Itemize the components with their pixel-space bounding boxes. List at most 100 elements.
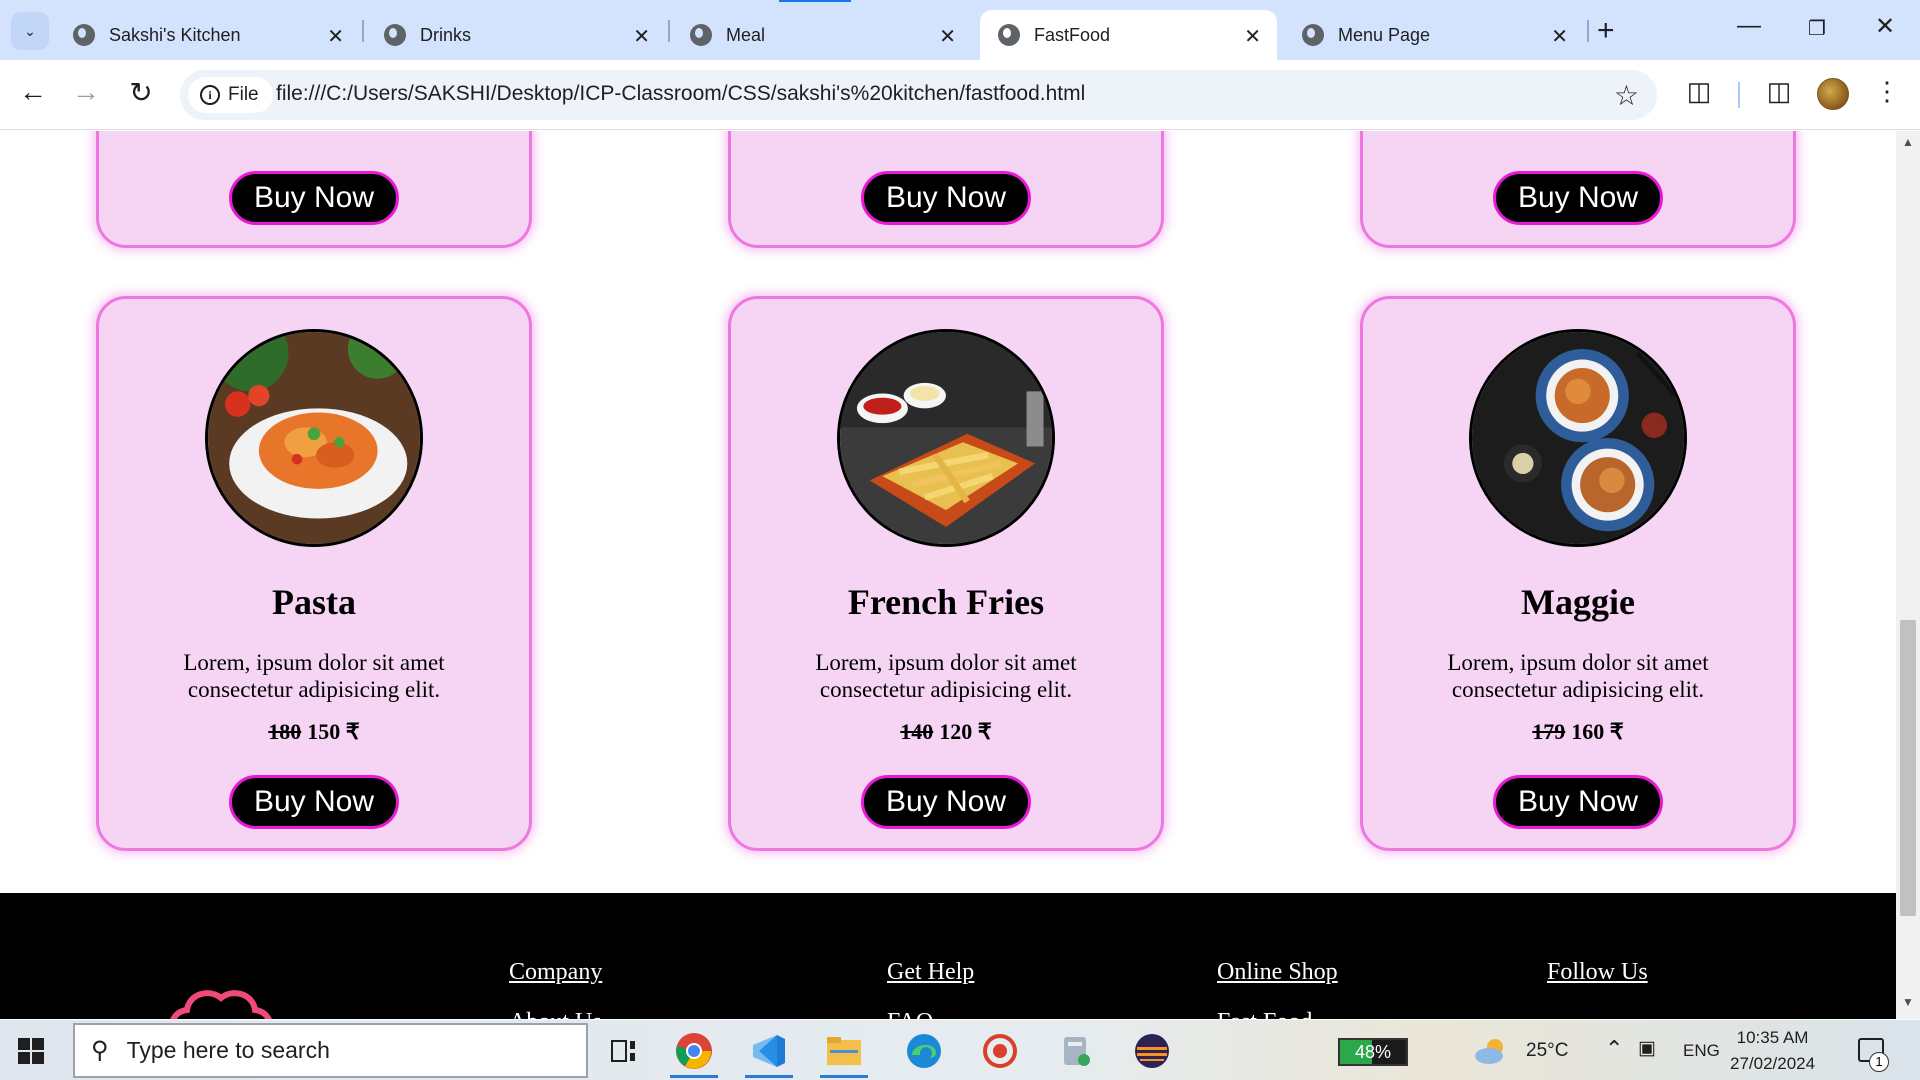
vertical-scrollbar[interactable]: ▲ ▼: [1896, 131, 1920, 1019]
reload-button[interactable]: ↻: [121, 76, 161, 109]
product-card-french-fries: French Fries Lorem, ipsum dolor sit amet…: [728, 296, 1164, 851]
footer-link[interactable]: FAQ: [887, 1009, 933, 1019]
product-card-pasta: Pasta Lorem, ipsum dolor sit amet consec…: [96, 296, 532, 851]
restore-icon: ❐: [1808, 18, 1826, 40]
old-price: 180: [268, 719, 302, 744]
browser-toolbar: ← → ↻ i File file:///C:/Users/SAKSHI/Des…: [0, 60, 1920, 130]
product-title: Pasta: [272, 582, 356, 622]
arrow-left-icon: ←: [19, 76, 47, 107]
site-info-chip[interactable]: i File: [188, 77, 273, 113]
scroll-up-arrow-icon[interactable]: ▲: [1896, 135, 1920, 155]
product-description: Lorem, ipsum dolor sit amet consectetur …: [815, 650, 1077, 702]
language-indicator[interactable]: ENG: [1683, 1041, 1720, 1061]
weather-temperature[interactable]: 25°C: [1526, 1040, 1568, 1062]
buy-now-button[interactable]: Buy Now: [229, 171, 399, 225]
url-text[interactable]: file:///C:/Users/SAKSHI/Desktop/ICP-Clas…: [276, 82, 1085, 106]
buy-now-button[interactable]: Buy Now: [861, 775, 1031, 829]
tab-sakshis-kitchen[interactable]: Sakshi's Kitchen ✕: [55, 10, 360, 60]
taskbar-search[interactable]: ⚲ Type here to search: [73, 1023, 588, 1078]
scrollbar-thumb[interactable]: [1900, 620, 1916, 916]
chevron-up-icon[interactable]: ⌃: [1605, 1036, 1623, 1062]
forward-button[interactable]: →: [66, 76, 106, 108]
product-title: Maggie: [1521, 582, 1635, 622]
close-icon[interactable]: ✕: [633, 24, 650, 49]
site-info-label: File: [228, 84, 259, 105]
footer-link[interactable]: Fast Food: [1217, 1009, 1312, 1019]
vscode-icon[interactable]: [741, 1028, 797, 1078]
side-panel-icon[interactable]: ◫: [1759, 76, 1799, 107]
footer-heading-follow-us[interactable]: Follow Us: [1547, 959, 1648, 986]
new-tab-button[interactable]: +: [1597, 14, 1615, 48]
product-description: Lorem, ipsum dolor sit amet consectetur …: [183, 650, 445, 702]
scroll-down-arrow-icon[interactable]: ▼: [1896, 995, 1920, 1015]
restore-button[interactable]: ❐: [1797, 16, 1837, 41]
product-card-maggie: Maggie Lorem, ipsum dolor sit amet conse…: [1360, 296, 1796, 851]
buy-now-button[interactable]: Buy Now: [861, 171, 1031, 225]
product-price: 140 120 ₹: [731, 719, 1161, 745]
globe-icon: [384, 24, 406, 46]
tab-loading-indicator: [779, 0, 851, 2]
pasta-image: [205, 329, 423, 547]
tab-search-button[interactable]: ⌄: [11, 12, 49, 50]
info-icon: i: [200, 85, 220, 105]
footer-link[interactable]: About Us: [509, 1009, 602, 1019]
footer-heading-online-shop[interactable]: Online Shop: [1217, 959, 1338, 986]
tab-drinks[interactable]: Drinks ✕: [366, 10, 666, 60]
buy-now-button[interactable]: Buy Now: [229, 775, 399, 829]
buy-now-button[interactable]: Buy Now: [1493, 775, 1663, 829]
task-view-icon[interactable]: [596, 1028, 652, 1074]
chrome-icon[interactable]: [666, 1028, 722, 1078]
extensions-icon[interactable]: ◫: [1679, 76, 1719, 107]
eclipse-icon[interactable]: [1124, 1028, 1180, 1074]
minimize-button[interactable]: —: [1729, 12, 1769, 40]
close-icon: ✕: [1874, 13, 1896, 40]
clock-time: 10:35 AM: [1736, 1028, 1809, 1047]
edge-icon[interactable]: [896, 1028, 952, 1074]
product-price: 180 150 ₹: [99, 719, 529, 745]
site-footer: [0, 893, 1896, 1019]
close-icon[interactable]: ✕: [1551, 24, 1568, 49]
weather-cloud-icon[interactable]: [1472, 1028, 1512, 1074]
tab-title: Menu Page: [1338, 24, 1431, 45]
tab-title: Meal: [726, 24, 766, 45]
close-window-button[interactable]: ✕: [1865, 12, 1905, 41]
search-icon: ⚲: [91, 1037, 109, 1064]
globe-icon: [998, 24, 1020, 46]
product-card: Buy Now: [728, 131, 1164, 248]
recorder-app-icon[interactable]: [972, 1028, 1028, 1074]
tab-title: Drinks: [420, 24, 472, 45]
product-title: French Fries: [847, 582, 1045, 622]
address-bar[interactable]: i File file:///C:/Users/SAKSHI/Desktop/I…: [180, 70, 1657, 120]
menu-kebab-icon[interactable]: ⋮: [1867, 76, 1907, 107]
battery-indicator[interactable]: 48%: [1338, 1038, 1408, 1066]
tab-strip: ⌄ Sakshi's Kitchen ✕ Drinks ✕ Meal ✕ Fas…: [0, 0, 1920, 60]
profile-avatar[interactable]: [1817, 78, 1849, 110]
footer-heading-get-help[interactable]: Get Help: [887, 959, 974, 986]
tab-menu-page[interactable]: Menu Page ✕: [1284, 10, 1584, 60]
globe-icon: [73, 24, 95, 46]
tab-meal[interactable]: Meal ✕: [672, 10, 972, 60]
maggie-image: [1469, 329, 1687, 547]
file-explorer-icon[interactable]: [816, 1028, 872, 1078]
footer-heading-company[interactable]: Company: [509, 959, 602, 986]
product-price: 179 160 ₹: [1363, 719, 1793, 745]
network-icon[interactable]: ▣: [1638, 1037, 1656, 1060]
windows-start-icon[interactable]: [18, 1038, 44, 1064]
new-price: 120 ₹: [939, 719, 992, 744]
bookmark-star-icon[interactable]: ☆: [1614, 79, 1639, 112]
close-icon[interactable]: ✕: [1244, 24, 1261, 49]
close-icon[interactable]: ✕: [327, 24, 344, 49]
system-clock[interactable]: 10:35 AM 27/02/2024: [1730, 1025, 1815, 1077]
notification-count-badge: 1: [1869, 1052, 1889, 1072]
close-icon[interactable]: ✕: [939, 24, 956, 49]
buy-now-button[interactable]: Buy Now: [1493, 171, 1663, 225]
globe-icon: [690, 24, 712, 46]
tab-fastfood[interactable]: FastFood ✕: [980, 10, 1277, 60]
back-button[interactable]: ←: [13, 76, 53, 108]
reload-icon: ↻: [129, 77, 153, 108]
installer-app-icon[interactable]: [1048, 1028, 1104, 1074]
battery-percent: 48%: [1354, 1041, 1392, 1062]
french-fries-image: [837, 329, 1055, 547]
globe-icon: [1302, 24, 1324, 46]
product-card: Buy Now: [96, 131, 532, 248]
